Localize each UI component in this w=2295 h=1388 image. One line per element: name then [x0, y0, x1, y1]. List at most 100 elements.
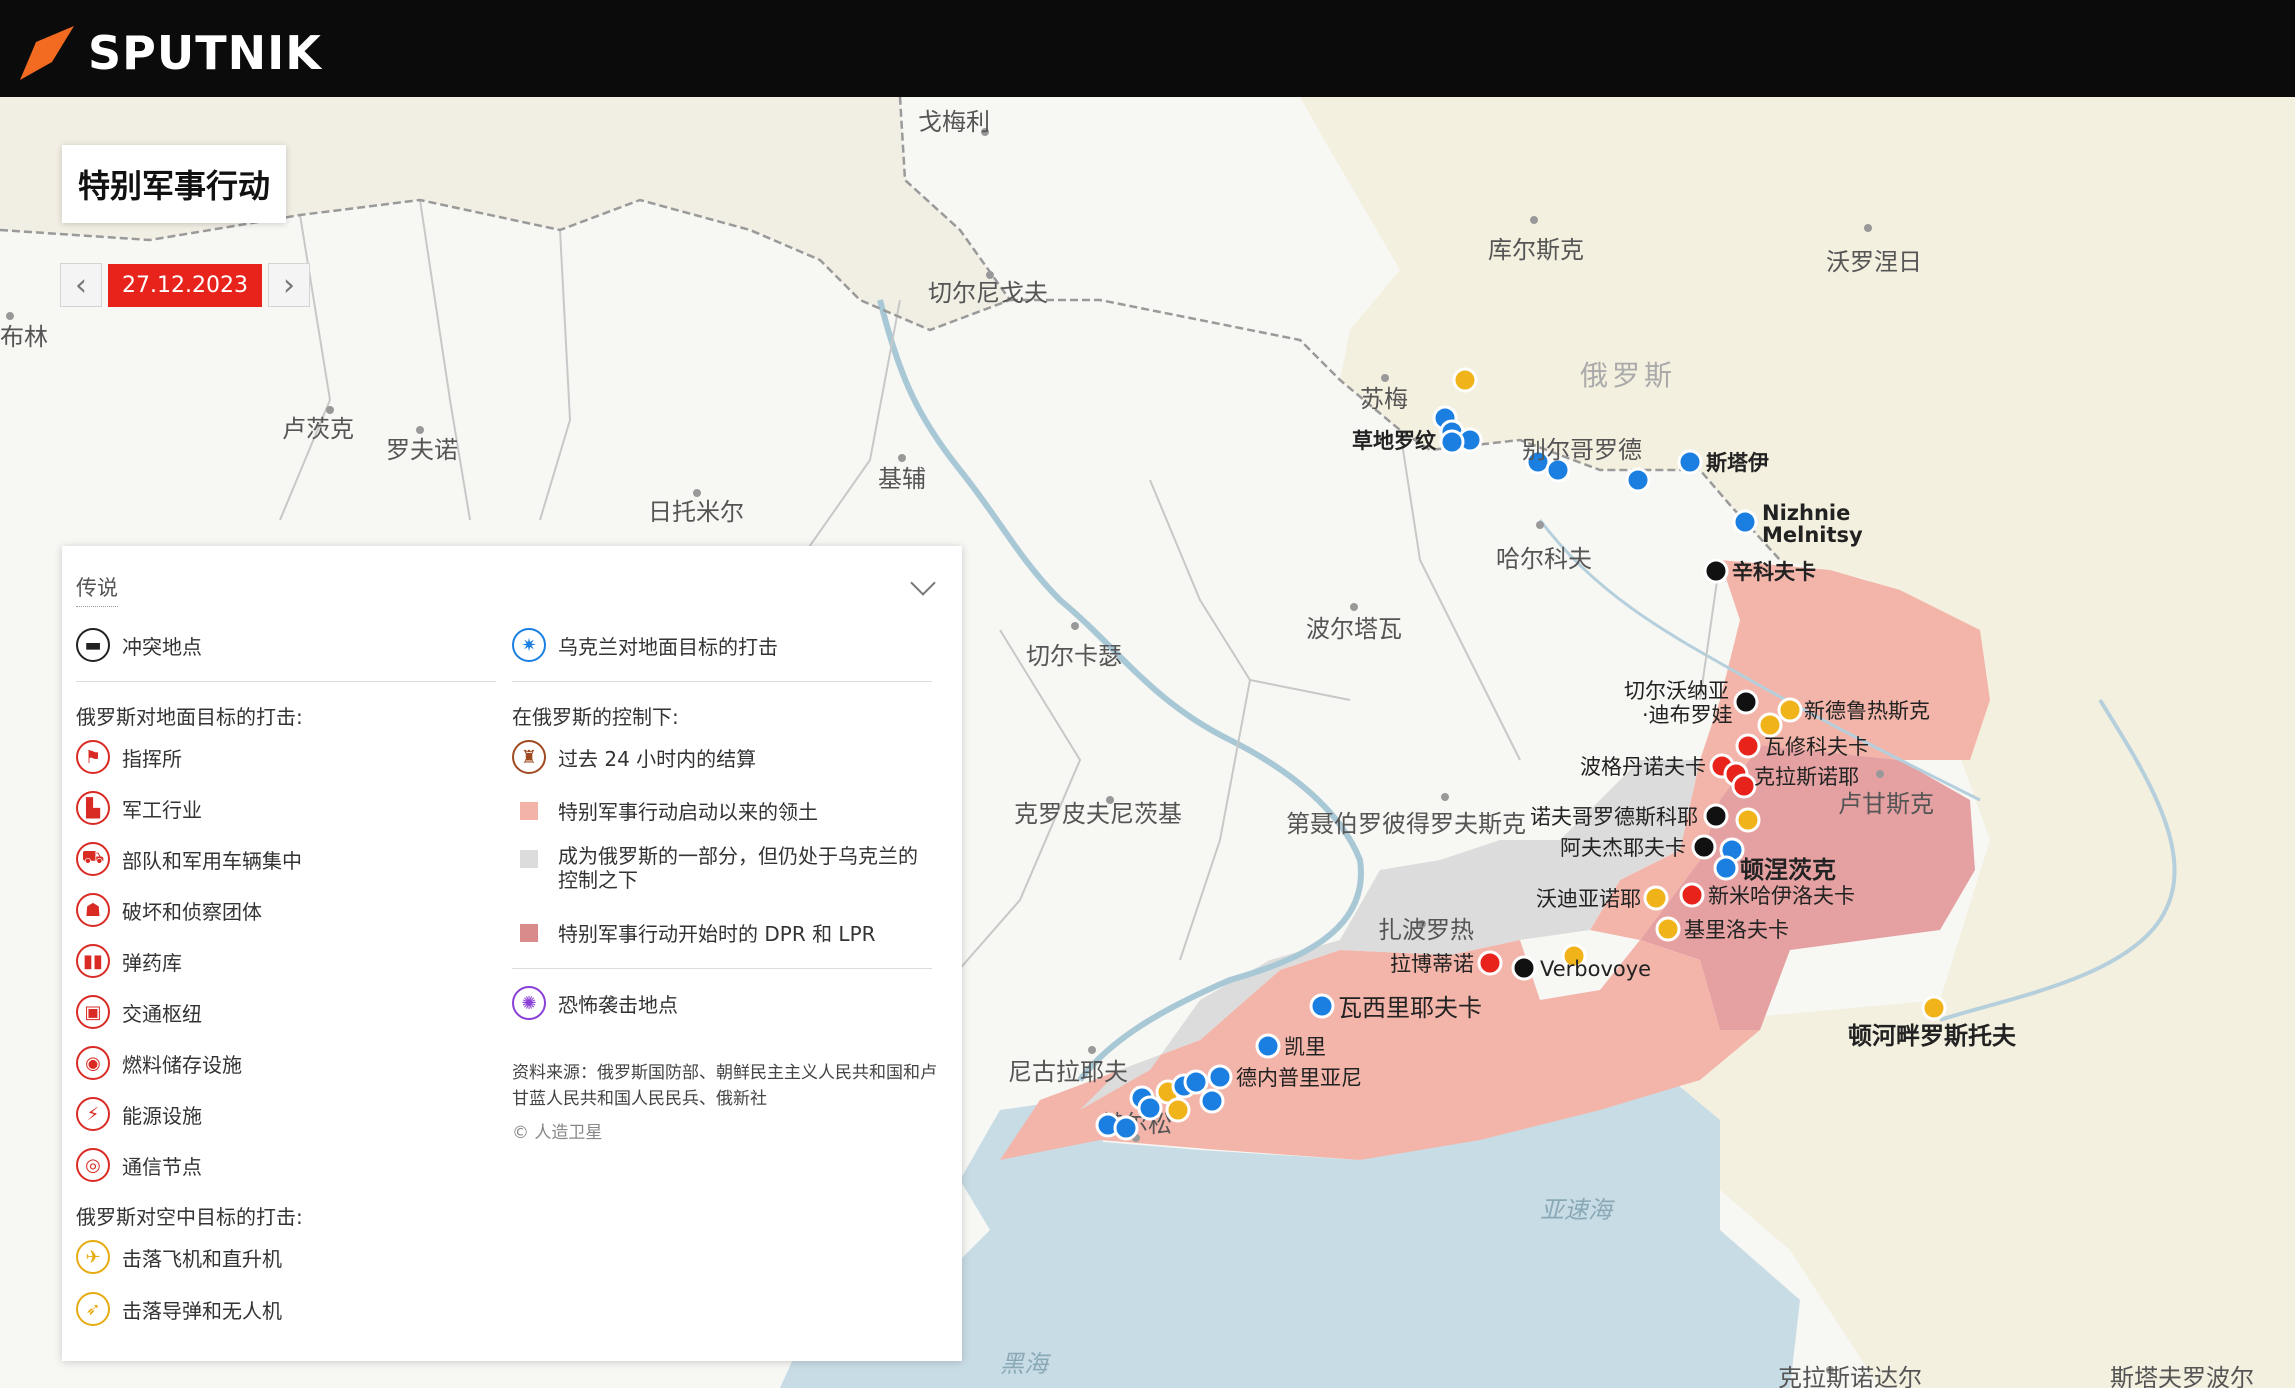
marker-dot[interactable] — [1511, 955, 1537, 981]
marker-dot[interactable] — [1677, 449, 1703, 475]
marker-dot[interactable] — [1735, 733, 1761, 759]
marker-label: 瓦西里耶夫卡 — [1338, 994, 1482, 1022]
marker-dot[interactable] — [1439, 429, 1465, 455]
marker-label: 诺夫哥罗德斯科耶 — [1530, 805, 1698, 829]
marker-dot[interactable] — [1625, 467, 1651, 493]
page-title: 特别军事行动 — [78, 167, 271, 205]
prev-date-button[interactable]: ‹ — [60, 263, 102, 307]
legend-item-troops: ⛟ 部队和军用车辆集中 — [76, 842, 302, 876]
marker-dot[interactable] — [1921, 995, 1947, 1021]
marker-dot[interactable] — [1777, 697, 1803, 723]
flag-icon: ⚑ — [76, 740, 110, 774]
place-label: 第聂伯罗彼得罗夫斯克 — [1286, 810, 1526, 838]
copyright-note: © 人造卫星 — [512, 1123, 603, 1143]
brand-logo[interactable]: SPUTNIK — [16, 22, 322, 84]
legend-item-dpr-lpr: 特别军事行动开始时的 DPR 和 LPR — [512, 918, 876, 947]
marker-dot[interactable] — [1199, 1088, 1225, 1114]
legend-label: 通信节点 — [122, 1154, 202, 1179]
marker-label: 斯塔伊 — [1706, 451, 1769, 475]
page-title-card: 特别军事行动 — [62, 145, 287, 223]
place-label: 基辅 — [878, 465, 926, 493]
marker-label: 基里洛夫卡 — [1684, 918, 1789, 942]
marker-dot[interactable] — [1735, 807, 1761, 833]
marker-label: ·迪布罗娃 — [1642, 703, 1733, 727]
place-label: 克罗皮夫尼茨基 — [1014, 800, 1182, 828]
marker-dot[interactable] — [1643, 885, 1669, 911]
legend-label: 击落导弹和无人机 — [122, 1298, 282, 1323]
train-icon: ▣ — [76, 995, 110, 1029]
legend-item-disputed: 成为俄罗斯的一部分，但仍处于乌克兰的控制之下 — [512, 844, 932, 892]
legend-item-ua-strikes: ✷ 乌克兰对地面目标的打击 — [512, 628, 778, 662]
legend-label: 冲突地点 — [122, 634, 202, 659]
marker-dot[interactable] — [1183, 1069, 1209, 1095]
current-date[interactable]: 27.12.2023 — [108, 263, 262, 307]
rifle-icon: ▬ — [76, 628, 110, 662]
legend-label: 成为俄罗斯的一部分，但仍处于乌克兰的控制之下 — [558, 844, 918, 892]
flag-pin-icon: ♜ — [512, 740, 546, 774]
divider — [76, 681, 496, 682]
marker-dot[interactable] — [1452, 367, 1478, 393]
marker-dot[interactable] — [1703, 558, 1729, 584]
marker-label: 别尔哥罗德 — [1522, 436, 1642, 464]
legend-label: 破坏和侦察团体 — [122, 899, 262, 924]
place-label: 沃罗涅日 — [1826, 248, 1922, 276]
legend-label: 过去 24 小时内的结算 — [558, 746, 757, 771]
marker-label: 顿河畔罗斯托夫 — [1848, 1022, 2017, 1050]
marker-dot[interactable] — [1655, 916, 1681, 942]
marker-dot[interactable] — [1679, 882, 1705, 908]
legend-label: 特别军事行动启动以来的领土 — [558, 800, 818, 824]
legend-item-comms: ◎ 通信节点 — [76, 1148, 202, 1182]
place-label: 罗夫诺 — [386, 436, 458, 464]
marker-dot[interactable] — [1309, 993, 1335, 1019]
fuel-icon: ◉ — [76, 1046, 110, 1080]
legend-item-terror: ✺ 恐怖袭击地点 — [512, 986, 678, 1020]
energy-icon: ⚡ — [76, 1097, 110, 1131]
marker-dot[interactable] — [1113, 1115, 1139, 1141]
legend-label: 交通枢纽 — [122, 1001, 202, 1026]
marker-dot[interactable] — [1207, 1064, 1233, 1090]
marker-label: 新德鲁热斯克 — [1804, 699, 1930, 723]
marker-dot[interactable] — [1165, 1097, 1191, 1123]
color-swatch — [520, 923, 538, 942]
color-swatch — [520, 801, 538, 820]
legend-header[interactable]: 传说 — [76, 572, 118, 607]
marker-dot[interactable] — [1477, 950, 1503, 976]
place-label: 俄罗斯 — [1580, 359, 1676, 392]
marker-label: 新米哈伊洛夫卡 — [1708, 884, 1855, 908]
place-label: 亚速海 — [1540, 1196, 1615, 1224]
legend-label: 击落飞机和直升机 — [122, 1246, 282, 1271]
marker-dot[interactable] — [1757, 712, 1783, 738]
place-label: 布林 — [0, 323, 48, 351]
marker-dot[interactable] — [1713, 855, 1739, 881]
legend-label: 恐怖袭击地点 — [558, 992, 678, 1017]
marker-dot[interactable] — [1137, 1095, 1163, 1121]
legend-item-missile: ➶ 击落导弹和无人机 — [76, 1292, 282, 1326]
next-date-button[interactable]: › — [267, 263, 310, 307]
marker-dot[interactable] — [1733, 689, 1759, 715]
marker-label: 拉博蒂诺 — [1390, 952, 1474, 976]
marker-label: Melnitsy — [1762, 523, 1863, 547]
marker-label: 阿夫杰耶夫卡 — [1560, 836, 1686, 860]
marker-dot[interactable] — [1703, 803, 1729, 829]
legend-label: 燃料储存设施 — [122, 1052, 242, 1077]
marker-label: 瓦修科夫卡 — [1764, 735, 1869, 759]
collapse-chevron-icon[interactable] — [910, 570, 936, 596]
legend-item-territory: 特别军事行动启动以来的领土 — [512, 796, 818, 825]
legend-label: 特别军事行动开始时的 DPR 和 LPR — [558, 922, 876, 946]
chevron-left-icon: ‹ — [75, 267, 87, 303]
legend-label: 乌克兰对地面目标的打击 — [558, 634, 778, 659]
ru-air-header: 俄罗斯对空中目标的打击: — [76, 1205, 303, 1229]
legend-item-energy: ⚡ 能源设施 — [76, 1097, 202, 1131]
control-header: 在俄罗斯的控制下: — [512, 705, 679, 729]
marker-dot[interactable] — [1691, 834, 1717, 860]
marker-label: 切尔沃纳亚 — [1624, 679, 1729, 703]
legend-item-fuel: ◉ 燃料储存设施 — [76, 1046, 242, 1080]
marker-dot[interactable] — [1255, 1033, 1281, 1059]
legend-label: 指挥所 — [122, 746, 182, 771]
missile-icon: ➶ — [76, 1292, 110, 1326]
place-label: 波尔塔瓦 — [1306, 615, 1402, 643]
place-label: 库尔斯克 — [1488, 236, 1584, 264]
marker-dot[interactable] — [1731, 773, 1757, 799]
marker-label: 德内普里亚尼 — [1236, 1066, 1362, 1090]
marker-dot[interactable] — [1732, 509, 1758, 535]
